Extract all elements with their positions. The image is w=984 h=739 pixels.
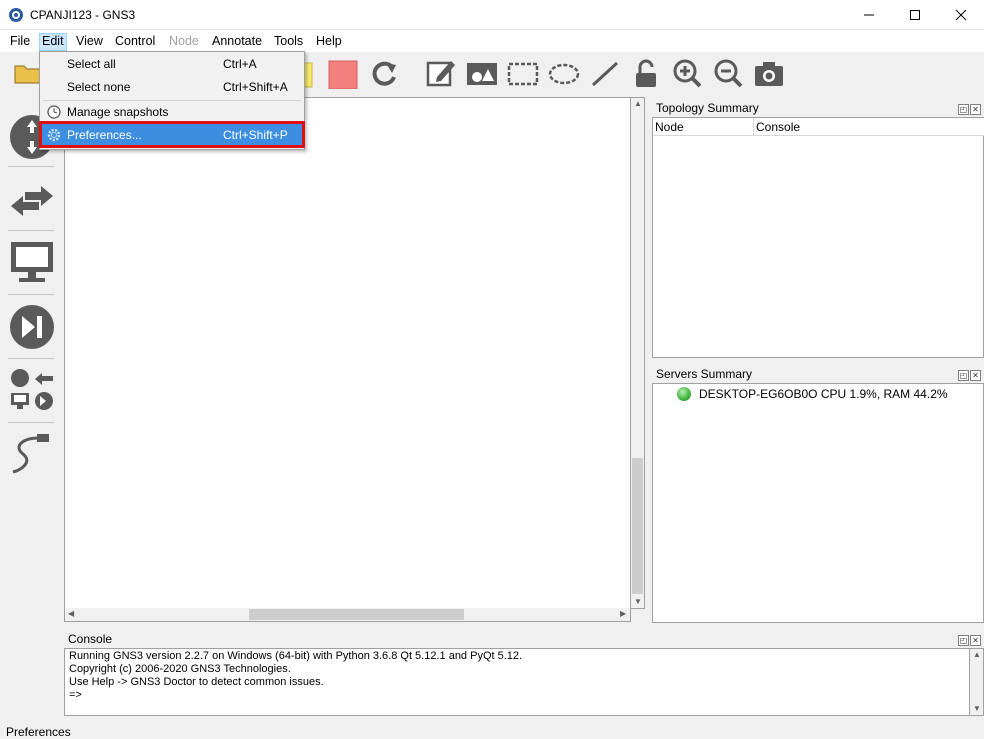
close-dock-icon[interactable]: ✕ — [970, 635, 981, 646]
topology-summary-title: Topology Summary — [656, 101, 759, 115]
console-scrollbar[interactable]: ▲ ▼ — [970, 648, 984, 716]
servers-summary-title: Servers Summary — [656, 367, 753, 381]
switches-icon[interactable] — [9, 184, 55, 220]
canvas-vertical-scrollbar[interactable]: ▲ ▼ — [631, 97, 645, 609]
menu-edit[interactable]: Edit — [39, 33, 67, 51]
topology-canvas[interactable] — [64, 97, 631, 609]
lock-icon[interactable] — [630, 57, 662, 89]
title-bar: CPANJI123 - GNS3 — [0, 0, 984, 30]
dock-buttons: ◰ ✕ — [957, 632, 981, 646]
column-node[interactable]: Node — [655, 120, 684, 134]
close-dock-icon[interactable]: ✕ — [970, 104, 981, 115]
menu-view[interactable]: View — [73, 33, 106, 51]
menu-bar: File Edit View Control Node Annotate Too… — [0, 30, 984, 52]
dock-buttons: ◰ ✕ — [957, 101, 981, 115]
console-line: Copyright (c) 2006-2020 GNS3 Technologie… — [69, 663, 291, 675]
end-devices-icon[interactable] — [9, 240, 55, 286]
scroll-up-icon[interactable]: ▲ — [973, 650, 981, 659]
panel-separator — [8, 166, 54, 167]
panel-separator — [8, 230, 54, 231]
menu-item-label: Select none — [67, 80, 131, 94]
float-dock-icon[interactable]: ◰ — [958, 370, 969, 381]
scroll-down-icon[interactable]: ▼ — [973, 704, 981, 713]
edit-note-icon[interactable] — [425, 57, 457, 89]
scroll-right-icon[interactable]: ▶ — [620, 609, 626, 618]
menu-item-shortcut: Ctrl+Shift+A — [223, 80, 288, 94]
menu-item-shortcut: Ctrl+A — [223, 57, 257, 71]
menu-tools[interactable]: Tools — [271, 33, 306, 51]
status-bar: Preferences — [0, 724, 984, 739]
add-link-icon[interactable] — [9, 432, 55, 478]
panel-separator — [8, 422, 54, 423]
panel-separator — [8, 358, 54, 359]
menu-item-select-all[interactable]: Select all Ctrl+A — [42, 53, 302, 75]
window-title: CPANJI123 - GNS3 — [30, 8, 136, 22]
topology-table-header: Node Console — [653, 118, 984, 136]
menu-annotate[interactable]: Annotate — [209, 33, 265, 51]
gns3-logo-icon — [9, 8, 23, 22]
scroll-thumb[interactable] — [632, 458, 643, 594]
maximize-icon — [910, 10, 920, 20]
column-separator[interactable] — [753, 118, 754, 136]
close-dock-icon[interactable]: ✕ — [970, 370, 981, 381]
preferences-annotation-box — [39, 121, 305, 148]
server-entry[interactable]: DESKTOP-EG6OB0O CPU 1.9%, RAM 44.2% — [699, 387, 948, 401]
minimize-icon — [864, 14, 874, 16]
menu-help[interactable]: Help — [313, 33, 345, 51]
canvas-horizontal-scrollbar[interactable]: ◀ ▶ — [64, 608, 631, 622]
menu-control[interactable]: Control — [112, 33, 158, 51]
console-line: Use Help -> GNS3 Doctor to detect common… — [69, 676, 324, 688]
minimize-button[interactable] — [846, 0, 892, 30]
draw-rectangle-icon[interactable] — [507, 57, 539, 89]
menu-node[interactable]: Node — [166, 33, 202, 51]
scroll-up-icon[interactable]: ▲ — [634, 99, 642, 108]
stop-icon[interactable] — [327, 57, 359, 89]
security-devices-icon[interactable] — [9, 304, 55, 350]
clock-icon — [47, 105, 61, 119]
draw-ellipse-icon[interactable] — [548, 57, 580, 89]
draw-line-icon[interactable] — [589, 57, 621, 89]
maximize-button[interactable] — [892, 0, 938, 30]
float-dock-icon[interactable]: ◰ — [958, 635, 969, 646]
zoom-out-icon[interactable] — [712, 57, 744, 89]
dock-buttons: ◰ ✕ — [957, 367, 981, 381]
panel-separator — [8, 294, 54, 295]
menu-file[interactable]: File — [7, 33, 33, 51]
status-text: Preferences — [6, 725, 71, 739]
scroll-down-icon[interactable]: ▼ — [634, 597, 642, 606]
close-button[interactable] — [938, 0, 984, 30]
menu-item-label: Manage snapshots — [67, 105, 169, 119]
column-console[interactable]: Console — [756, 120, 800, 134]
scroll-left-icon[interactable]: ◀ — [68, 609, 74, 618]
reload-icon[interactable] — [368, 57, 400, 89]
servers-summary-panel: DESKTOP-EG6OB0O CPU 1.9%, RAM 44.2% — [652, 383, 984, 623]
screenshot-icon[interactable] — [753, 57, 785, 89]
zoom-in-icon[interactable] — [671, 57, 703, 89]
menu-item-label: Select all — [67, 57, 116, 71]
menu-item-manage-snapshots[interactable]: Manage snapshots — [42, 101, 302, 123]
scroll-thumb[interactable] — [249, 609, 464, 620]
float-dock-icon[interactable]: ◰ — [958, 104, 969, 115]
close-icon — [955, 9, 967, 21]
console-prompt: => — [69, 689, 82, 701]
all-devices-icon[interactable] — [9, 366, 55, 414]
insert-picture-icon[interactable] — [466, 57, 498, 89]
server-status-icon — [677, 387, 691, 401]
console-line: Running GNS3 version 2.2.7 on Windows (6… — [69, 650, 523, 662]
device-panel — [0, 98, 63, 618]
console-output[interactable]: Running GNS3 version 2.2.7 on Windows (6… — [64, 648, 970, 716]
topology-summary-panel: Node Console — [652, 117, 984, 358]
console-title: Console — [68, 632, 113, 646]
menu-item-select-none[interactable]: Select none Ctrl+Shift+A — [42, 76, 302, 98]
